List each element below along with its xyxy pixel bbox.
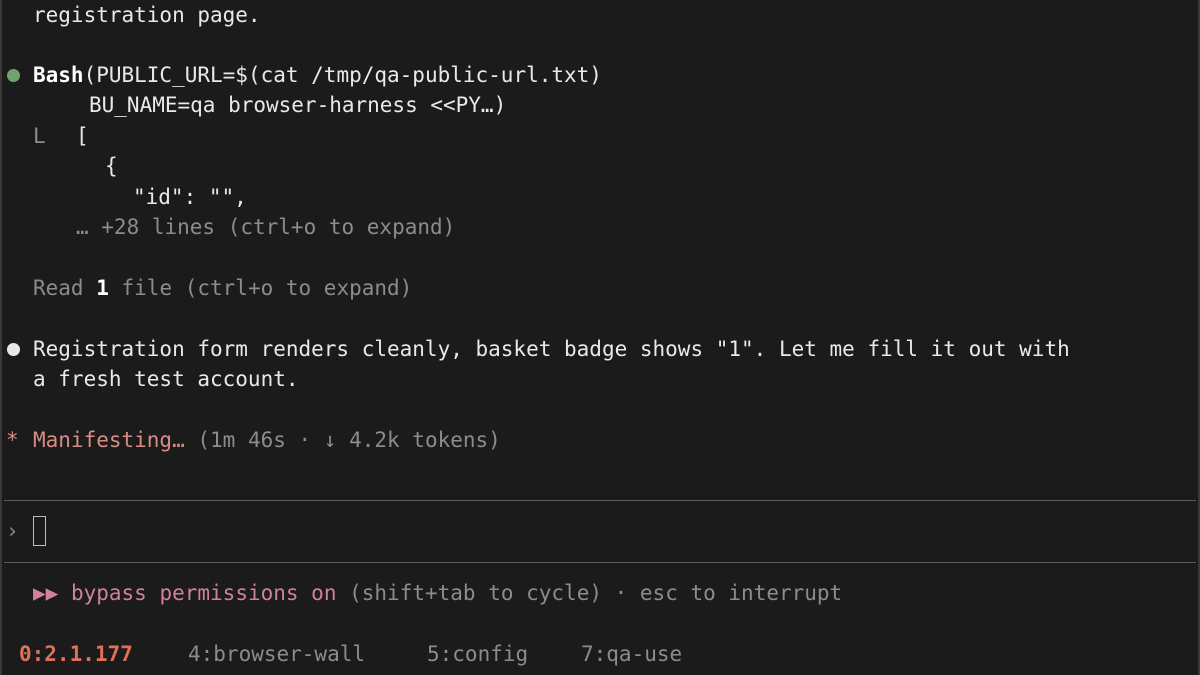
result-line: {: [105, 154, 118, 178]
permission-mode-label[interactable]: bypass permissions on: [71, 581, 337, 605]
mode-hint: (shift+tab to cycle) · esc to interrupt: [349, 581, 843, 605]
output-line: registration page.: [33, 3, 261, 27]
status-line: Manifesting… (1m 46s · ↓ 4.2k tokens): [33, 425, 501, 455]
read-count: 1: [96, 276, 109, 300]
tmux-status-bar: 0:2.1.177: [19, 639, 133, 669]
tool-call-header: Bash(PUBLIC_URL=$(cat /tmp/qa-public-url…: [33, 60, 602, 90]
collapsed-output-toggle[interactable]: … +28 lines (ctrl+o to expand): [76, 212, 455, 242]
tmux-window-browser-wall[interactable]: 4:browser-wall: [188, 639, 365, 669]
terminal-window: registration page. Bash(PUBLIC_URL=$(cat…: [0, 0, 1200, 675]
read-files-summary[interactable]: Read 1 file (ctrl+o to expand): [33, 273, 412, 303]
prompt-chevron-icon: ›: [6, 519, 19, 543]
assistant-message-line2: a fresh test account.: [33, 367, 299, 391]
read-prefix: Read: [33, 276, 97, 300]
mode-bar: ▶▶ bypass permissions on (shift+tab to c…: [33, 578, 842, 608]
tool-name: Bash: [33, 63, 84, 87]
mode-arrows-icon: ▶▶: [33, 581, 59, 605]
read-suffix: file (ctrl+o to expand): [108, 276, 413, 300]
spinner-icon: *: [6, 428, 19, 452]
tmux-session[interactable]: 0:2.1.177: [19, 642, 133, 666]
divider: [4, 562, 1196, 563]
tmux-window-qa-use[interactable]: 7:qa-use: [581, 639, 682, 669]
prompt-input[interactable]: [33, 516, 46, 546]
result-line: [: [76, 124, 89, 148]
tool-status-dot-icon: [5, 60, 21, 90]
status-details: (1m 46s · ↓ 4.2k tokens): [197, 428, 501, 452]
status-verb: Manifesting…: [33, 428, 185, 452]
result-branch-icon: L: [33, 124, 46, 148]
result-line: "id": "",: [133, 185, 247, 209]
assistant-message-line1: Registration form renders cleanly, baske…: [33, 337, 1070, 361]
tmux-window-config[interactable]: 5:config: [427, 639, 528, 669]
tool-args-line2: BU_NAME=qa browser-harness <<PY…): [89, 93, 507, 117]
divider: [4, 500, 1196, 501]
tool-args-line1: (PUBLIC_URL=$(cat /tmp/qa-public-url.txt…: [83, 63, 602, 87]
message-dot-icon: [5, 334, 21, 364]
